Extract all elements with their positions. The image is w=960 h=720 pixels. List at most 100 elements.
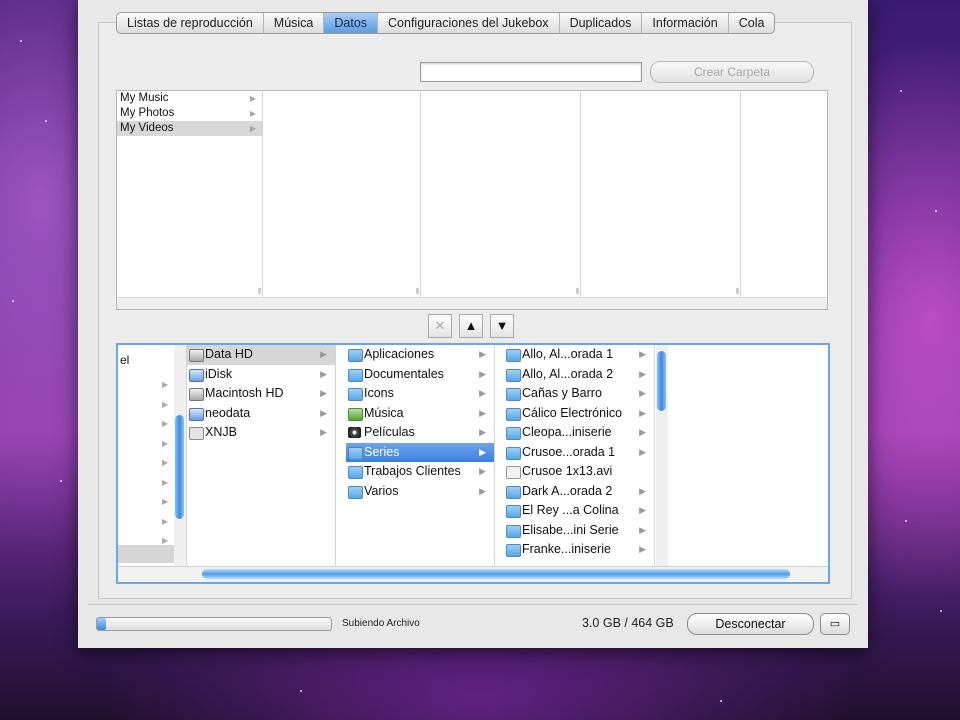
selected-row[interactable]	[118, 545, 174, 563]
disclosure-arrow-icon: ▶	[479, 446, 486, 457]
column-resize-handle[interactable]: ⦀	[258, 287, 264, 296]
disclosure-arrow-icon: ▶	[249, 109, 256, 118]
scroll-thumb[interactable]	[175, 415, 184, 519]
volume-item-idisk[interactable]: iDisk ▶	[187, 365, 335, 385]
volume-label: Macintosh HD	[205, 386, 284, 400]
volume-item-data-hd[interactable]: Data HD ▶	[187, 345, 335, 365]
device-column-5	[745, 91, 825, 297]
folder-icon	[506, 427, 521, 440]
series-item[interactable]: Cleopa...iniserie ▶	[504, 423, 654, 443]
tab-information[interactable]: Información	[642, 13, 729, 33]
disclosure-arrow-icon: ▶	[479, 407, 486, 418]
disclosure-arrow-icon: ▶	[639, 505, 646, 515]
series-item[interactable]: Elisabe...ini Serie ▶	[504, 521, 654, 541]
download-button[interactable]: ▼	[490, 314, 514, 338]
folder-icon	[506, 349, 521, 362]
close-icon: ✕	[434, 318, 446, 333]
folder-item-aplicaciones[interactable]: Aplicaciones ▶	[346, 345, 494, 365]
disconnect-button[interactable]: Desconectar	[687, 613, 814, 635]
tab-queue[interactable]: Cola	[729, 13, 775, 33]
series-item[interactable]: Crusoe...orada 1 ▶	[504, 443, 654, 463]
disclosure-arrow-icon: ▶	[320, 407, 327, 418]
vertical-scrollbar[interactable]	[174, 345, 186, 566]
folder-item-icons[interactable]: Icons ▶	[346, 384, 494, 404]
disclosure-arrow-icon: ▶	[320, 349, 327, 359]
folder-item-peliculas[interactable]: Películas ▶	[346, 423, 494, 443]
video-file-icon	[506, 466, 521, 479]
folder-name-input[interactable]	[420, 62, 642, 82]
folder-item-series[interactable]: Series ▶	[346, 442, 494, 462]
delete-button[interactable]: ✕	[428, 314, 452, 338]
create-folder-button[interactable]: Crear Carpeta	[650, 61, 814, 83]
toggle-drawer-button[interactable]: ▭	[820, 613, 850, 635]
folder-label: Icons	[364, 386, 394, 400]
folder-item-varios[interactable]: Varios ▶	[346, 482, 494, 502]
folder-label: Documentales	[364, 366, 444, 381]
disclosure-arrow-icon: ▶	[639, 524, 646, 535]
series-label: Dark A...orada 2	[522, 483, 613, 498]
local-column-folders: Aplicaciones ▶ Documentales ▶ Icons ▶ Mú…	[346, 345, 495, 566]
folder-icon	[348, 466, 363, 479]
volume-label: XNJB	[205, 425, 237, 439]
series-item[interactable]: Franke...iniserie ▶	[504, 540, 654, 560]
folder-item-trabajos-clientes[interactable]: Trabajos Clientes ▶	[346, 462, 494, 482]
folder-icon	[348, 485, 363, 499]
series-file-item[interactable]: Crusoe 1x13.avi	[504, 462, 654, 482]
disclosure-arrow-icon: ▶	[479, 388, 486, 398]
series-item[interactable]: Cálico Electrónico ▶	[504, 404, 654, 424]
device-item-my-photos[interactable]: My Photos ▶	[117, 106, 262, 121]
xnjb-window: Listas de reproducción Música Datos Conf…	[78, 0, 868, 648]
local-column-series: Allo, Al...orada 1 ▶ Allo, Al...orada 2 …	[504, 345, 668, 566]
series-item[interactable]: Dark A...orada 2 ▶	[504, 482, 654, 502]
series-label: Allo, Al...orada 2	[522, 366, 614, 381]
device-item-my-videos[interactable]: My Videos ▶	[117, 121, 262, 136]
disclosure-arrow-icon: ▶	[639, 388, 646, 398]
device-item-my-music[interactable]: My Music ▶	[117, 91, 262, 106]
volume-item-xnjb[interactable]: XNJB ▶	[187, 423, 335, 443]
disclosure-arrow-icon: ▶	[639, 407, 646, 418]
series-label: Cleopa...iniserie	[522, 425, 612, 439]
folder-item-documentales[interactable]: Documentales ▶	[346, 365, 494, 385]
folder-label: Música	[364, 405, 404, 420]
disclosure-arrow-icon: ▶	[639, 446, 646, 457]
folder-icon	[506, 446, 521, 460]
tab-jukebox-settings[interactable]: Configuraciones del Jukebox	[378, 13, 560, 33]
tab-data[interactable]: Datos	[324, 13, 379, 33]
local-column-0: el ▶ ▶ ▶ ▶ ▶ ▶ ▶ ▶ ▶	[118, 345, 187, 566]
tab-duplicates[interactable]: Duplicados	[560, 13, 643, 33]
series-label: Franke...iniserie	[522, 542, 611, 556]
scroll-thumb[interactable]	[657, 351, 666, 411]
series-item[interactable]: El Rey ...a Colina ▶	[504, 501, 654, 521]
tab-music[interactable]: Música	[264, 13, 325, 33]
app-icon	[189, 427, 204, 440]
local-file-browser: el ▶ ▶ ▶ ▶ ▶ ▶ ▶ ▶ ▶ Data HD ▶ iDisk ▶ Macintosh…	[116, 343, 830, 584]
folder-icon	[506, 505, 521, 518]
series-item[interactable]: Allo, Al...orada 1 ▶	[504, 345, 654, 365]
drawer-icon: ▭	[829, 618, 841, 630]
folder-item-musica[interactable]: Música ▶	[346, 404, 494, 424]
folder-icon	[506, 485, 521, 499]
tab-playlists[interactable]: Listas de reproducción	[117, 13, 264, 33]
drive-icon	[189, 349, 204, 362]
device-horizontal-scrollbar[interactable]	[117, 297, 827, 309]
column-resize-handle[interactable]: ⦀	[416, 287, 422, 296]
scroll-thumb[interactable]	[202, 569, 790, 579]
horizontal-scrollbar[interactable]	[118, 566, 828, 582]
arrow-up-icon: ▲	[464, 318, 478, 333]
series-label: Crusoe...orada 1	[522, 444, 616, 459]
series-item[interactable]: Cañas y Barro ▶	[504, 384, 654, 404]
vertical-scrollbar[interactable]	[656, 345, 668, 566]
column-resize-handle[interactable]: ⦀	[576, 287, 582, 296]
device-browser: My Music ▶ My Photos ▶ My Videos ▶ ⦀ ⦀ ⦀…	[116, 90, 828, 310]
volume-item-macintosh-hd[interactable]: Macintosh HD ▶	[187, 384, 335, 404]
tab-bar: Listas de reproducción Música Datos Conf…	[116, 12, 776, 34]
upload-button[interactable]: ▲	[459, 314, 483, 338]
series-item[interactable]: Allo, Al...orada 2 ▶	[504, 365, 654, 385]
device-item-label: My Videos	[120, 122, 174, 134]
disclosure-arrow-icon: ▶	[479, 485, 486, 496]
volume-label: iDisk	[205, 366, 233, 381]
column-resize-handle[interactable]: ⦀	[736, 287, 742, 296]
volume-item-neodata[interactable]: neodata ▶	[187, 404, 335, 424]
star	[720, 700, 722, 702]
star	[900, 90, 902, 92]
